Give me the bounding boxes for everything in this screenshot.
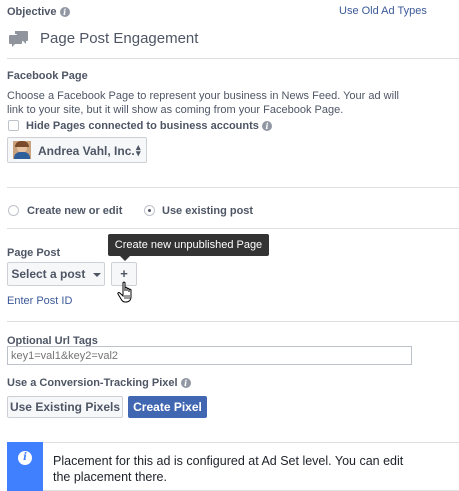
use-existing-radio[interactable] bbox=[144, 205, 155, 216]
facebook-page-description: Choose a Facebook Page to represent your… bbox=[7, 90, 399, 116]
chat-bubbles-icon bbox=[9, 30, 29, 48]
info-icon[interactable]: i bbox=[180, 378, 191, 389]
objective-value: Page Post Engagement bbox=[40, 30, 199, 47]
create-new-radio[interactable] bbox=[8, 205, 19, 216]
objective-label-row: Objective i bbox=[7, 6, 70, 18]
placement-notice: i Placement for this ad is configured at… bbox=[7, 442, 459, 491]
hide-pages-label: Hide Pages connected to business account… bbox=[26, 120, 259, 132]
create-new-label: Create new or edit bbox=[27, 205, 123, 217]
create-post-tooltip: Create new unpublished Page post bbox=[108, 234, 269, 273]
use-existing-label: Use existing post bbox=[162, 205, 254, 217]
hide-pages-label-row: Hide Pages connected to business account… bbox=[26, 120, 272, 132]
page-avatar bbox=[13, 141, 31, 159]
selected-page-name: Andrea Vahl, Inc. bbox=[38, 144, 135, 158]
chevron-down-icon bbox=[92, 272, 101, 277]
enter-post-id-link[interactable]: Enter Post ID bbox=[7, 295, 72, 307]
page-post-label: Page Post bbox=[7, 247, 61, 259]
pixel-label-row: Use a Conversion-Tracking Pixel i bbox=[7, 377, 191, 389]
url-tags-input[interactable] bbox=[7, 346, 412, 365]
select-post-label: Select a post bbox=[11, 267, 86, 281]
info-icon: i bbox=[18, 451, 32, 465]
divider bbox=[7, 321, 459, 322]
up-down-arrows-icon: ▴ ▾ bbox=[136, 142, 141, 158]
facebook-page-label: Facebook Page bbox=[7, 70, 88, 82]
pixel-label: Use a Conversion-Tracking Pixel bbox=[7, 377, 178, 389]
hide-pages-checkbox[interactable] bbox=[8, 120, 19, 131]
tooltip-arrow bbox=[120, 256, 130, 261]
page-selector[interactable]: Andrea Vahl, Inc. ▴ ▾ bbox=[7, 137, 147, 163]
select-post-dropdown[interactable]: Select a post bbox=[7, 262, 105, 286]
objective-label: Objective bbox=[7, 6, 57, 18]
notice-bar: i bbox=[7, 442, 43, 491]
divider bbox=[7, 58, 459, 59]
divider bbox=[7, 187, 459, 188]
use-existing-pixels-button[interactable]: Use Existing Pixels bbox=[7, 396, 123, 418]
hand-cursor-icon bbox=[115, 281, 143, 307]
info-icon[interactable]: i bbox=[261, 121, 272, 132]
divider bbox=[7, 228, 459, 229]
info-icon[interactable]: i bbox=[59, 7, 70, 18]
placement-notice-text: Placement for this ad is configured at A… bbox=[53, 454, 404, 484]
use-old-ad-types-link[interactable]: Use Old Ad Types bbox=[339, 5, 427, 17]
create-pixel-button[interactable]: Create Pixel bbox=[128, 396, 207, 418]
